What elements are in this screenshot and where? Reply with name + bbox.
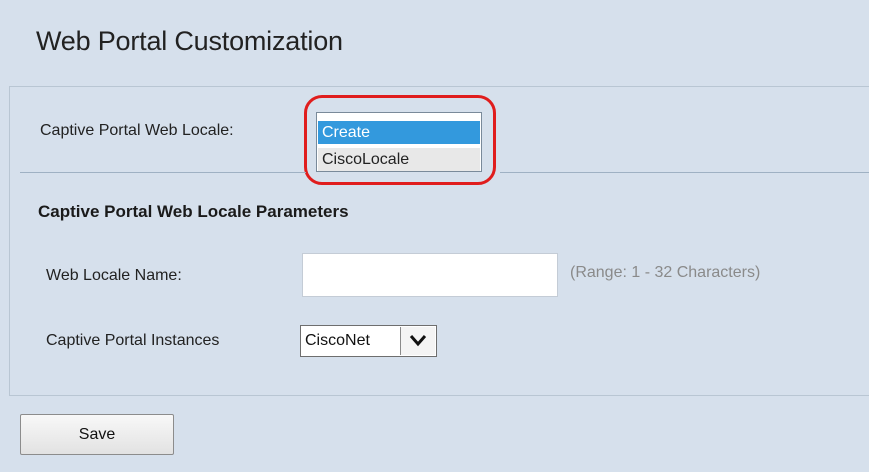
web-locale-name-label: Web Locale Name: bbox=[46, 267, 182, 284]
section-divider-left bbox=[20, 172, 306, 173]
save-button[interactable]: Save bbox=[20, 414, 174, 455]
web-locale-name-input[interactable] bbox=[302, 253, 558, 297]
parameters-heading: Captive Portal Web Locale Parameters bbox=[38, 202, 349, 221]
portal-instances-value: CiscoNet bbox=[305, 332, 370, 349]
locale-option-create[interactable]: Create bbox=[318, 121, 480, 144]
web-locale-listbox[interactable]: Create CiscoLocale bbox=[316, 112, 482, 172]
web-locale-label: Captive Portal Web Locale: bbox=[40, 122, 234, 139]
portal-instances-label: Captive Portal Instances bbox=[46, 332, 220, 349]
section-divider-right bbox=[500, 172, 869, 173]
locale-option-ciscolocale[interactable]: CiscoLocale bbox=[318, 148, 480, 171]
dropdown-arrow-button[interactable] bbox=[400, 327, 435, 355]
page-title: Web Portal Customization bbox=[36, 26, 343, 56]
chevron-down-icon bbox=[409, 335, 427, 347]
portal-instances-select[interactable]: CiscoNet bbox=[300, 325, 437, 357]
range-hint: (Range: 1 - 32 Characters) bbox=[570, 264, 761, 281]
